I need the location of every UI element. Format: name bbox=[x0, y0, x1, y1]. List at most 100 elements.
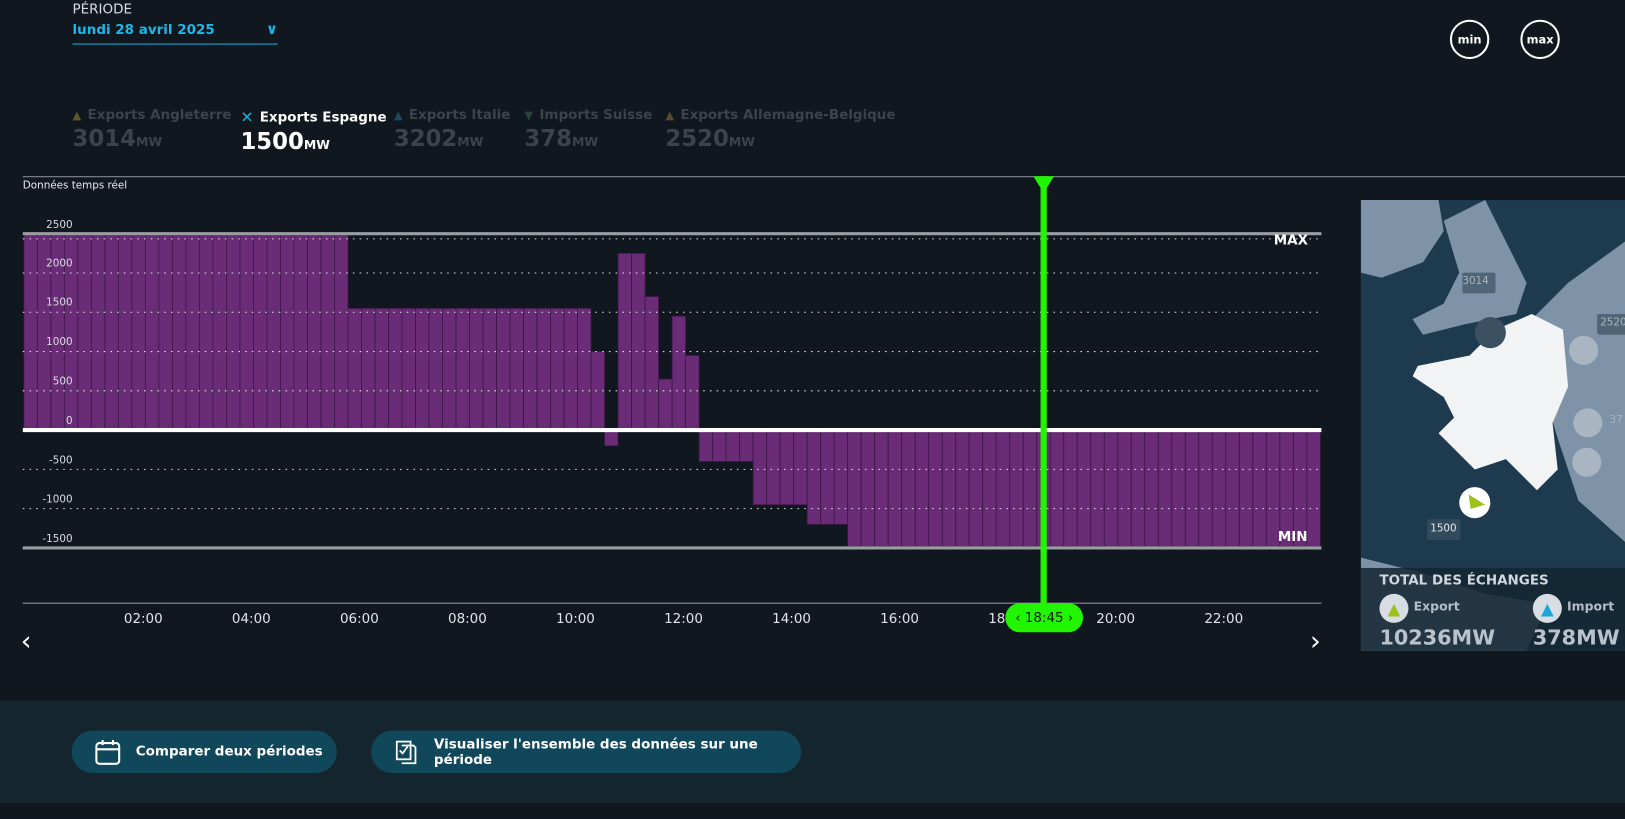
x-tick-label: 20:00 bbox=[1096, 611, 1136, 628]
bar bbox=[1157, 429, 1173, 547]
bar bbox=[644, 296, 660, 431]
zoom-min-button[interactable]: min bbox=[1449, 19, 1490, 60]
bar bbox=[820, 429, 835, 525]
import-arrow-icon: ▲ bbox=[1532, 593, 1562, 623]
bar bbox=[1022, 429, 1038, 547]
bar bbox=[779, 429, 795, 506]
bar bbox=[374, 307, 389, 431]
bar-chart bbox=[22, 232, 1322, 604]
bar bbox=[806, 429, 822, 525]
bar bbox=[212, 234, 227, 431]
bar bbox=[1130, 429, 1146, 547]
bar bbox=[685, 355, 700, 431]
y-tick-label: -1500 bbox=[42, 533, 73, 545]
bar bbox=[117, 234, 133, 431]
calendar-icon bbox=[95, 739, 121, 765]
export-arrow-icon: ▲ bbox=[1379, 593, 1409, 623]
bar bbox=[1103, 429, 1119, 547]
cursor-time: 18:45 bbox=[1024, 609, 1064, 626]
visualize-period-label: Visualiser l'ensemble des données sur un… bbox=[433, 736, 758, 768]
bar bbox=[1049, 429, 1065, 547]
bar bbox=[941, 429, 957, 547]
bar bbox=[766, 429, 781, 506]
bar bbox=[104, 234, 119, 431]
bar bbox=[982, 429, 997, 547]
bar bbox=[793, 429, 808, 506]
bar bbox=[1252, 429, 1267, 547]
bar bbox=[1076, 429, 1092, 547]
x-tick-label: 08:00 bbox=[448, 611, 487, 628]
bar bbox=[239, 234, 254, 431]
bar bbox=[604, 429, 619, 447]
y-tick-label: 2000 bbox=[46, 258, 73, 270]
bar bbox=[509, 307, 524, 431]
bar bbox=[1211, 429, 1227, 547]
documents-check-icon bbox=[395, 740, 417, 764]
import-label: Import bbox=[1567, 599, 1615, 614]
x-tick-label: 22:00 bbox=[1204, 611, 1244, 628]
bar bbox=[833, 429, 849, 525]
bar bbox=[563, 307, 578, 431]
bar bbox=[171, 234, 187, 431]
bar bbox=[334, 234, 349, 431]
x-tick-label: 12:00 bbox=[664, 611, 703, 628]
map-label-angleterre: 3014 bbox=[1462, 275, 1489, 288]
bar bbox=[388, 307, 403, 431]
chevron-right-icon[interactable]: › bbox=[1068, 610, 1073, 626]
bar bbox=[428, 307, 443, 431]
x-tick-label: 02:00 bbox=[123, 611, 163, 628]
bar bbox=[995, 429, 1011, 547]
time-cursor-pill[interactable]: ‹ 18:45 › bbox=[1005, 603, 1084, 633]
next-day-button[interactable]: › bbox=[1310, 628, 1321, 655]
bar bbox=[496, 307, 511, 431]
y-tick-label: 1500 bbox=[46, 297, 73, 310]
y-tick-label: 1000 bbox=[46, 337, 73, 349]
bar bbox=[1306, 429, 1321, 547]
previous-day-button[interactable]: ‹ bbox=[21, 628, 32, 655]
bar bbox=[1090, 429, 1105, 547]
bar bbox=[725, 429, 741, 462]
time-cursor-line[interactable] bbox=[1040, 176, 1047, 617]
bar bbox=[550, 307, 565, 431]
bar bbox=[658, 378, 673, 431]
compare-periods-label: Comparer deux périodes bbox=[135, 744, 323, 760]
bar bbox=[860, 429, 876, 547]
bar bbox=[1225, 429, 1240, 547]
import-total: 378MW bbox=[1532, 624, 1620, 650]
bar bbox=[347, 307, 362, 431]
chevron-left-icon[interactable]: ‹ bbox=[1015, 610, 1020, 626]
visualize-period-button[interactable]: Visualiser l'ensemble des données sur un… bbox=[371, 730, 802, 774]
bar bbox=[185, 234, 200, 431]
bar bbox=[739, 429, 754, 462]
exchange-map: 3014 2520 37 1500 TOTAL DES ÉCHANGES ▲ E… bbox=[1360, 200, 1625, 651]
bar bbox=[320, 234, 335, 431]
total-title: TOTAL DES ÉCHANGES bbox=[1379, 573, 1549, 589]
x-tick-label: 10:00 bbox=[556, 611, 595, 628]
map-label-suisse: 37 bbox=[1609, 414, 1623, 426]
bar bbox=[752, 429, 768, 506]
bar bbox=[1198, 429, 1213, 547]
y-tick-label: -1000 bbox=[42, 494, 73, 506]
zoom-max-button[interactable]: max bbox=[1520, 19, 1560, 60]
x-tick-label: 06:00 bbox=[339, 611, 379, 628]
y-tick-label: -500 bbox=[49, 454, 73, 467]
export-label: Export bbox=[1413, 599, 1460, 614]
bar bbox=[698, 429, 714, 462]
bar bbox=[401, 307, 416, 431]
bar bbox=[1171, 429, 1186, 547]
bar bbox=[577, 307, 592, 431]
total-exchanges-panel: TOTAL DES ÉCHANGES ▲ Export 10236MW ▲ Im… bbox=[1360, 567, 1625, 651]
map-label-espagne: 1500 bbox=[1430, 523, 1457, 535]
bar bbox=[144, 234, 160, 431]
bar bbox=[131, 234, 146, 431]
bar bbox=[671, 315, 687, 431]
x-tick-label: 14:00 bbox=[772, 611, 811, 628]
bar bbox=[955, 429, 970, 547]
bar bbox=[887, 429, 903, 547]
map-label-allemagne: 2520 bbox=[1600, 317, 1625, 329]
bar bbox=[712, 429, 727, 462]
bar bbox=[1009, 429, 1024, 547]
cursor-handle-icon[interactable] bbox=[1033, 176, 1055, 193]
bar bbox=[266, 234, 281, 431]
compare-periods-button[interactable]: Comparer deux périodes bbox=[71, 730, 337, 774]
